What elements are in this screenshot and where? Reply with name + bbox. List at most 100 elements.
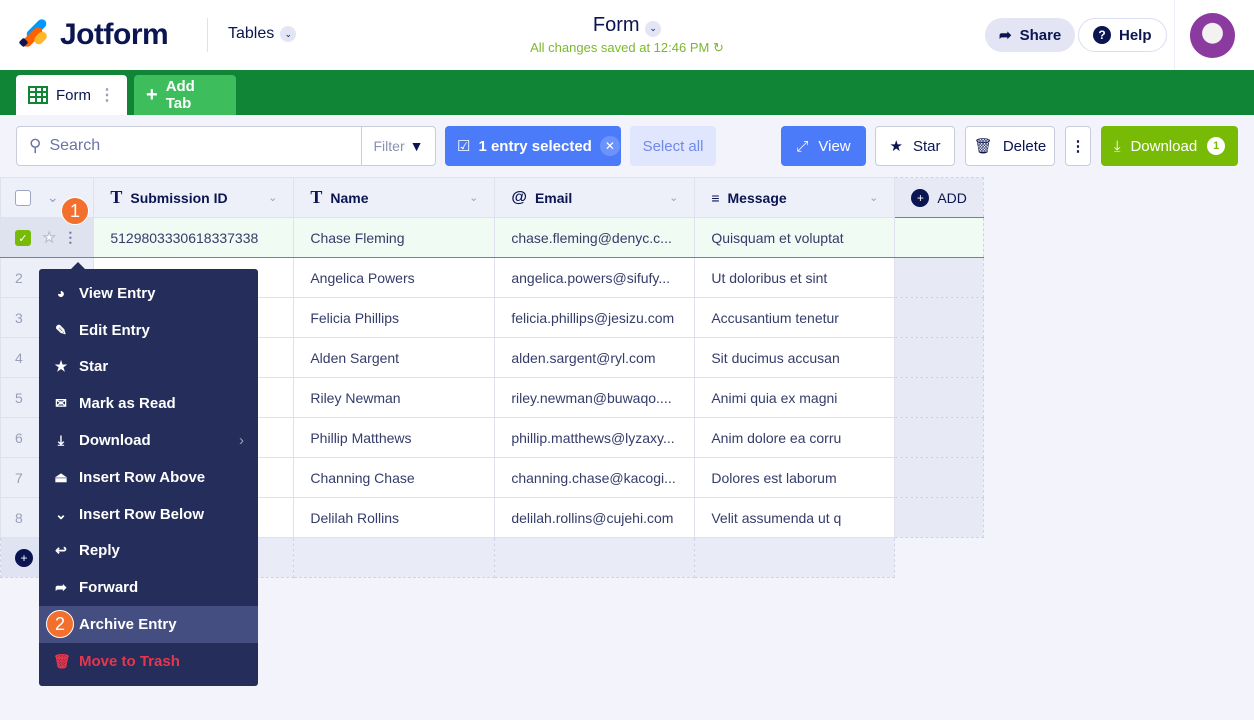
help-button[interactable]: ? Help: [1078, 18, 1167, 52]
cell-submission-id[interactable]: 5129803330618337338: [93, 217, 295, 258]
cell-name[interactable]: Chase Fleming: [293, 217, 496, 258]
menu-item-edit-entry[interactable]: ✎ Edit Entry: [39, 312, 258, 349]
cell-name[interactable]: Riley Newman: [293, 377, 496, 418]
cell-message[interactable]: Animi quia ex magni: [694, 377, 896, 418]
column-header[interactable]: ≡ Message ⌄: [694, 177, 896, 218]
menu-item-insert-row-above[interactable]: ⏏ Insert Row Above: [39, 459, 258, 496]
menu-item-forward[interactable]: ➦ Forward: [39, 569, 258, 606]
save-status-text: All changes saved at 12:46 PM: [530, 40, 710, 55]
add-column-label: ADD: [937, 189, 967, 206]
menu-item-view-entry[interactable]: ◕ View Entry: [39, 275, 258, 312]
cell-email[interactable]: riley.newman@buwaqo....: [494, 377, 696, 418]
more-actions-button[interactable]: ⋮: [1065, 126, 1091, 166]
table-row[interactable]: ✓ ★ ⋮ 5129803330618337338 Chase Fleming c…: [0, 217, 984, 258]
cell-message[interactable]: Dolores est laborum: [694, 457, 896, 498]
menu-item-insert-row-below[interactable]: ⌄ Insert Row Below: [39, 496, 258, 533]
textarea-type-icon: ≡: [711, 189, 720, 206]
more-vertical-icon[interactable]: ⋮: [99, 85, 115, 105]
cell-email[interactable]: delilah.rollins@cujehi.com: [494, 497, 696, 538]
select-all-checkbox[interactable]: [15, 190, 31, 207]
cell-message[interactable]: Anim dolore ea corru: [694, 417, 896, 458]
more-vertical-icon: ⋮: [1070, 138, 1086, 155]
cell-message[interactable]: Velit assumenda ut q: [694, 497, 896, 538]
cell-name[interactable]: Alden Sargent: [293, 337, 496, 378]
row-checkbox[interactable]: ✓: [15, 230, 31, 247]
search-input[interactable]: ⚲ Search: [17, 136, 361, 156]
select-all-button[interactable]: Select all: [630, 126, 716, 166]
menu-item-label: Reply: [79, 542, 120, 560]
menu-item-label: Download: [79, 432, 151, 450]
envelope-icon: ✉: [55, 395, 67, 412]
chevron-down-icon[interactable]: ⌄: [47, 189, 59, 205]
cell-email[interactable]: phillip.matthews@lyzaxy...: [494, 417, 696, 458]
cell-message[interactable]: Quisquam et voluptat: [694, 217, 896, 258]
cell-message[interactable]: Sit ducimus accusan: [694, 337, 896, 378]
selection-badge: ☑ 1 entry selected ✕: [445, 126, 621, 166]
empty-cell: [894, 297, 984, 338]
column-header[interactable]: T Name ⌄: [293, 177, 496, 218]
search-icon: ⚲: [29, 136, 42, 155]
cell-message[interactable]: Accusantium tenetur: [694, 297, 896, 338]
cell-name[interactable]: Phillip Matthews: [293, 417, 496, 458]
column-header[interactable]: @ Email ⌄: [494, 177, 696, 218]
cell-email[interactable]: felicia.phillips@jesizu.com: [494, 297, 696, 338]
star-button[interactable]: ★ Star: [875, 126, 955, 166]
star-outline-icon[interactable]: ★: [42, 228, 56, 245]
chevron-down-icon[interactable]: ⌄: [469, 191, 478, 204]
filter-button[interactable]: Filter ▼: [361, 127, 435, 165]
download-label: Download: [1130, 137, 1198, 155]
empty-cell: [894, 457, 984, 498]
download-button[interactable]: ⤓ Download 1: [1101, 126, 1238, 166]
cell-email[interactable]: chase.fleming@denyc.c...: [494, 217, 696, 258]
tab-label: Form: [56, 86, 91, 104]
refresh-icon: ↻: [712, 40, 724, 55]
cell-name[interactable]: Felicia Phillips: [293, 297, 496, 338]
plus-icon: +: [146, 83, 158, 106]
filter-label: Filter: [373, 138, 405, 154]
menu-item-download[interactable]: ⤓ Download ›: [39, 422, 258, 459]
view-button[interactable]: ⤢ View: [781, 126, 866, 166]
checkbox-icon: ☑: [457, 138, 471, 155]
trash-icon: 🗑: [973, 138, 993, 155]
cell-message[interactable]: Ut doloribus et sint: [694, 257, 896, 298]
menu-item-move-to-trash[interactable]: 🗑 Move to Trash: [39, 643, 258, 680]
empty-cell: [894, 417, 984, 458]
column-label: Submission ID: [130, 189, 228, 206]
star-icon: ★: [889, 138, 903, 155]
row-menu-icon[interactable]: ⋮: [63, 229, 77, 245]
column-label: Email: [534, 189, 573, 206]
cell-email[interactable]: alden.sargent@ryl.com: [494, 337, 696, 378]
email-type-icon: @: [511, 188, 527, 206]
step-marker-1: 1: [61, 197, 89, 225]
chevron-down-icon[interactable]: ⌄: [669, 191, 678, 204]
menu-item-reply[interactable]: ↩ Reply: [39, 533, 258, 570]
empty-cell: [894, 337, 984, 378]
cell-email[interactable]: angelica.powers@sifufy...: [494, 257, 696, 298]
share-button[interactable]: ➦ Share: [985, 18, 1076, 52]
menu-item-label: Forward: [79, 579, 139, 597]
chevron-down-icon[interactable]: ⌄: [869, 191, 878, 204]
empty-cell: [293, 537, 496, 578]
tab-form[interactable]: Form ⋮: [16, 75, 127, 115]
divider: [1174, 0, 1175, 70]
cell-email[interactable]: channing.chase@kacogi...: [494, 457, 696, 498]
clear-selection-icon[interactable]: ✕: [599, 136, 620, 156]
table-grid-icon: [28, 86, 48, 104]
menu-item-star[interactable]: ★ Star: [39, 349, 258, 386]
user-avatar[interactable]: [1190, 13, 1235, 58]
add-tab-label: Add Tab: [165, 78, 195, 112]
cell-name[interactable]: Angelica Powers: [293, 257, 496, 298]
cell-name[interactable]: Delilah Rollins: [293, 497, 496, 538]
search-bar: ⚲ Search Filter ▼: [16, 126, 436, 166]
menu-item-label: View Entry: [79, 284, 156, 302]
add-tab-button[interactable]: + Add Tab: [134, 75, 236, 115]
chevron-down-icon[interactable]: ⌄: [268, 191, 277, 204]
column-header[interactable]: T Submission ID ⌄: [93, 177, 295, 218]
cell-name[interactable]: Channing Chase: [293, 457, 496, 498]
step-marker-2: 2: [46, 610, 74, 638]
menu-item-mark-as-read[interactable]: ✉ Mark as Read: [39, 385, 258, 422]
delete-button[interactable]: 🗑 Delete: [965, 126, 1055, 166]
text-type-icon: T: [310, 187, 323, 207]
add-column-button[interactable]: + ADD: [894, 177, 984, 218]
edit-icon: ✎: [55, 321, 67, 338]
